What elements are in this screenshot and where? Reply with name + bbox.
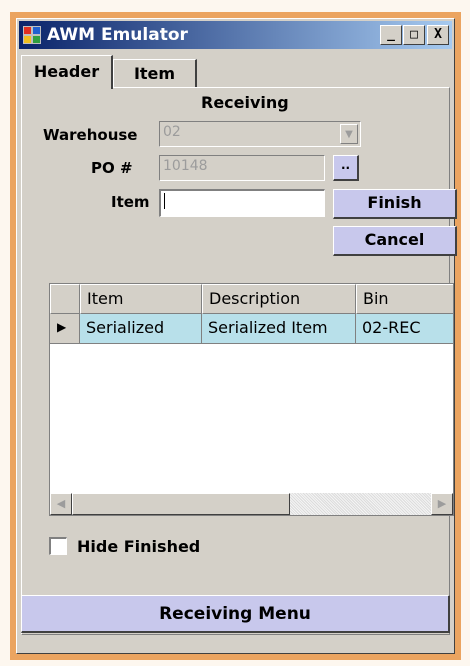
cell-description[interactable]: Serialized Item xyxy=(202,314,356,344)
scroll-right-icon[interactable]: ▶ xyxy=(431,493,453,515)
browse-po-button[interactable]: .. xyxy=(333,155,359,181)
title-bar[interactable]: AWM Emulator _ □ X xyxy=(19,21,452,49)
window-title: AWM Emulator xyxy=(47,25,188,45)
po-value: 10148 xyxy=(163,158,208,174)
outer-frame: AWM Emulator _ □ X Header Item Receiving… xyxy=(10,12,461,660)
item-label: Item xyxy=(111,193,150,211)
po-label: PO # xyxy=(91,159,133,177)
form-heading: Receiving xyxy=(201,93,289,112)
scroll-left-icon[interactable]: ◀ xyxy=(50,493,72,515)
hide-finished-label[interactable]: Hide Finished xyxy=(77,537,200,556)
cell-item[interactable]: Serialized xyxy=(80,314,202,344)
cancel-button[interactable]: Cancel xyxy=(333,226,457,256)
warehouse-label: Warehouse xyxy=(43,126,138,144)
item-input[interactable] xyxy=(159,189,325,217)
close-button[interactable]: X xyxy=(427,25,449,45)
tab-header[interactable]: Header xyxy=(21,55,113,89)
app-window: AWM Emulator _ □ X Header Item Receiving… xyxy=(16,18,457,654)
cell-bin[interactable]: 02-REC xyxy=(356,314,453,344)
grid-header-row: Item Description Bin xyxy=(50,284,453,314)
column-header-item[interactable]: Item xyxy=(80,284,202,314)
maximize-button[interactable]: □ xyxy=(403,25,425,45)
horizontal-scrollbar[interactable]: ◀ ▶ xyxy=(50,493,453,515)
items-grid[interactable]: Item Description Bin ▶ Serialized Serial… xyxy=(49,283,454,516)
app-icon xyxy=(23,26,41,44)
row-selector-icon[interactable]: ▶ xyxy=(50,314,80,344)
column-header-bin[interactable]: Bin xyxy=(356,284,453,314)
warehouse-select[interactable]: 02 ▼ xyxy=(159,121,361,147)
chevron-down-icon[interactable]: ▼ xyxy=(340,124,358,144)
minimize-button[interactable]: _ xyxy=(380,25,402,45)
table-row[interactable]: ▶ Serialized Serialized Item 02-REC xyxy=(50,314,453,344)
column-header-description[interactable]: Description xyxy=(202,284,356,314)
scrollbar-thumb[interactable] xyxy=(72,493,290,515)
finish-button[interactable]: Finish xyxy=(333,189,457,219)
text-cursor xyxy=(164,193,165,209)
receiving-menu-button[interactable]: Receiving Menu xyxy=(21,595,450,633)
warehouse-value: 02 xyxy=(163,124,181,140)
tab-item[interactable]: Item xyxy=(113,59,197,87)
hide-finished-checkbox[interactable] xyxy=(49,537,67,555)
grid-corner xyxy=(50,284,80,314)
po-field[interactable]: 10148 xyxy=(159,155,325,181)
